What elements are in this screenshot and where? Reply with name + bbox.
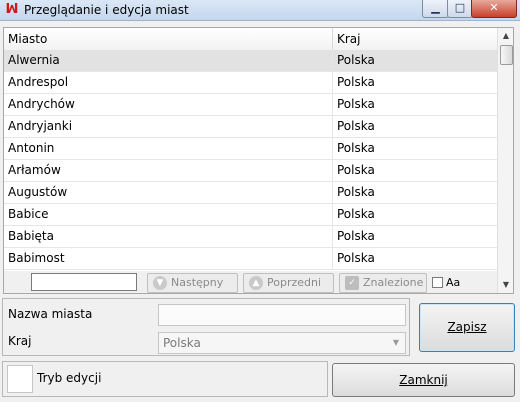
table-row[interactable]: Augustów Polska <box>4 182 497 204</box>
country-cell: Polska <box>337 207 375 221</box>
country-cell: Polska <box>337 141 375 155</box>
edit-mode-checkbox[interactable] <box>7 365 33 393</box>
city-cell: Antonin <box>8 141 55 155</box>
city-name-field[interactable] <box>158 304 406 326</box>
close-button[interactable]: Zamknij <box>332 363 515 397</box>
close-window-button[interactable]: ✕ <box>471 0 517 18</box>
country-select-value: Polska <box>163 336 201 350</box>
table-row[interactable]: Babice Polska <box>4 204 497 226</box>
title-bar: ꟽ Przeglądanie i edycja miast ▁ □ ✕ <box>0 0 520 21</box>
column-divider[interactable] <box>332 28 333 50</box>
minimize-button[interactable]: ▁ <box>422 0 449 18</box>
table-row[interactable]: Arłamów Polska <box>4 160 497 182</box>
maximize-button[interactable]: □ <box>447 0 473 18</box>
vs-logo-icon: ꟽ <box>5 2 19 17</box>
table-row[interactable]: Andrychów Polska <box>4 94 497 116</box>
city-cell: Alwernia <box>8 53 60 67</box>
table-row[interactable]: Babięta Polska <box>4 226 497 248</box>
grid-header: Miasto Kraj <box>4 28 497 51</box>
edit-panel: Nazwa miasta Kraj Polska ▼ <box>2 298 410 356</box>
country-select[interactable]: Polska ▼ <box>158 332 406 354</box>
vertical-scrollbar[interactable]: ▲ ▼ <box>497 28 513 293</box>
search-input[interactable] <box>31 273 137 291</box>
save-button[interactable]: Zapisz <box>419 303 515 352</box>
column-header-city[interactable]: Miasto <box>8 32 47 46</box>
scroll-up-arrow-icon[interactable]: ▲ <box>498 28 513 44</box>
case-sensitive-checkbox[interactable] <box>432 277 443 288</box>
country-cell: Polska <box>337 75 375 89</box>
city-cell: Augustów <box>8 185 68 199</box>
window-title: Przeglądanie i edycja miast <box>24 3 189 17</box>
city-cell: Babięta <box>8 229 54 243</box>
scroll-thumb[interactable] <box>500 45 513 65</box>
country-cell: Polska <box>337 97 375 111</box>
city-name-label: Nazwa miasta <box>8 307 93 321</box>
city-cell: Andryjanki <box>8 119 73 133</box>
edit-mode-label: Tryb edycji <box>37 371 102 385</box>
previous-button[interactable]: ▲ Poprzedni <box>243 273 334 293</box>
country-cell: Polska <box>337 163 375 177</box>
city-cell: Andrychów <box>8 97 75 111</box>
arrow-down-icon: ▼ <box>153 276 167 290</box>
checklist-icon: ✓ <box>345 276 359 290</box>
table-row[interactable]: Antonin Polska <box>4 138 497 160</box>
scroll-down-arrow-icon[interactable]: ▼ <box>498 277 513 293</box>
arrow-up-icon: ▲ <box>249 276 263 290</box>
found-button[interactable]: ✓ Znalezione <box>339 273 427 293</box>
edit-mode-panel: Tryb edycji <box>2 361 328 397</box>
case-sensitive-label: Aa <box>446 276 461 289</box>
city-cell: Arłamów <box>8 163 61 177</box>
search-bar: ▼ Następny ▲ Poprzedni ✓ Znalezione Aa <box>4 271 497 293</box>
table-row[interactable]: Alwernia Polska <box>4 50 497 72</box>
cities-grid: Miasto Kraj Alwernia Polska Andrespol Po… <box>3 27 514 294</box>
city-cell: Babice <box>8 207 49 221</box>
country-cell: Polska <box>337 251 375 265</box>
country-cell: Polska <box>337 229 375 243</box>
column-header-country[interactable]: Kraj <box>337 32 361 46</box>
country-cell: Polska <box>337 53 375 67</box>
country-cell: Polska <box>337 185 375 199</box>
table-row[interactable]: Andryjanki Polska <box>4 116 497 138</box>
table-row[interactable]: Andrespol Polska <box>4 72 497 94</box>
country-cell: Polska <box>337 119 375 133</box>
country-label: Kraj <box>8 334 32 348</box>
city-cell: Andrespol <box>8 75 69 89</box>
chevron-down-icon[interactable]: ▼ <box>388 334 404 352</box>
city-cell: Babimost <box>8 251 65 265</box>
table-row[interactable]: Babimost Polska <box>4 248 497 270</box>
next-button[interactable]: ▼ Następny <box>147 273 238 293</box>
